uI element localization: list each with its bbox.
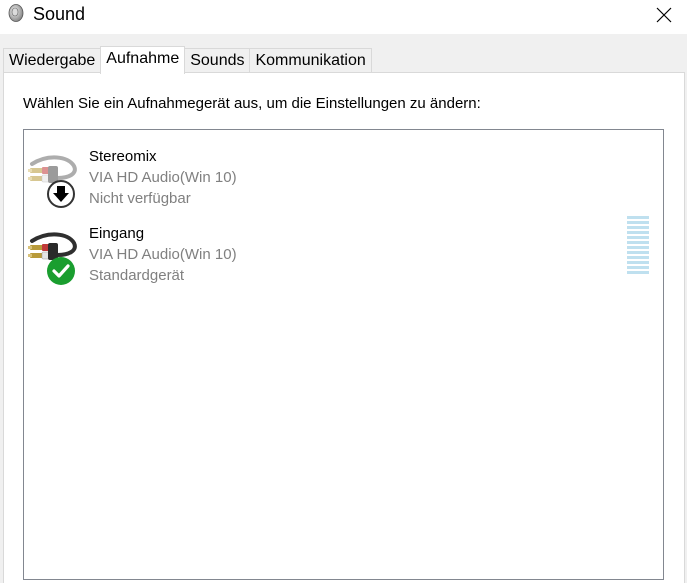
close-button[interactable] — [641, 0, 687, 30]
dialog-body: Wiedergabe Aufnahme Sounds Kommunikation… — [0, 34, 687, 583]
tab-strip: Wiedergabe Aufnahme Sounds Kommunikation — [3, 46, 372, 74]
title-bar: Sound — [0, 0, 687, 34]
tab-kommunikation[interactable]: Kommunikation — [249, 48, 372, 73]
window-title: Sound — [33, 4, 86, 24]
device-driver: VIA HD Audio(Win 10) — [89, 169, 237, 186]
level-bar — [627, 236, 649, 239]
list-item-stereomix[interactable]: Stereomix VIA HD Audio(Win 10) Nicht ver… — [25, 136, 662, 208]
tab-sounds[interactable]: Sounds — [184, 48, 251, 73]
device-status: Standardgerät — [89, 267, 185, 284]
level-bar — [627, 261, 649, 264]
down-arrow-badge-icon — [47, 180, 75, 208]
device-info: Eingang VIA HD Audio(Win 10) Standardger… — [89, 223, 237, 286]
device-status: Nicht verfügbar — [89, 190, 191, 207]
instruction-text: Wählen Sie ein Aufnahmegerät aus, um die… — [23, 95, 481, 112]
device-info: Stereomix VIA HD Audio(Win 10) Nicht ver… — [89, 146, 237, 209]
device-name: Stereomix — [89, 148, 157, 165]
close-icon — [656, 7, 672, 23]
level-bar — [627, 216, 649, 219]
level-bar — [627, 241, 649, 244]
recording-device-list[interactable]: Stereomix VIA HD Audio(Win 10) Nicht ver… — [23, 129, 664, 580]
tab-wiedergabe[interactable]: Wiedergabe — [3, 48, 102, 73]
tab-panel-aufnahme: Wählen Sie ein Aufnahmegerät aus, um die… — [3, 72, 685, 583]
check-badge-icon — [47, 257, 75, 285]
tab-aufnahme[interactable]: Aufnahme — [100, 46, 186, 74]
list-item-eingang[interactable]: Eingang VIA HD Audio(Win 10) Standardger… — [25, 213, 662, 285]
level-bar — [627, 266, 649, 269]
device-name: Eingang — [89, 225, 145, 242]
input-level-meter — [627, 216, 649, 276]
level-bar — [627, 221, 649, 224]
level-bar — [627, 231, 649, 234]
level-bar — [627, 271, 649, 274]
level-bar — [627, 251, 649, 254]
speaker-icon — [8, 4, 24, 22]
device-driver: VIA HD Audio(Win 10) — [89, 246, 237, 263]
level-bar — [627, 246, 649, 249]
level-bar — [627, 256, 649, 259]
level-bar — [627, 226, 649, 229]
